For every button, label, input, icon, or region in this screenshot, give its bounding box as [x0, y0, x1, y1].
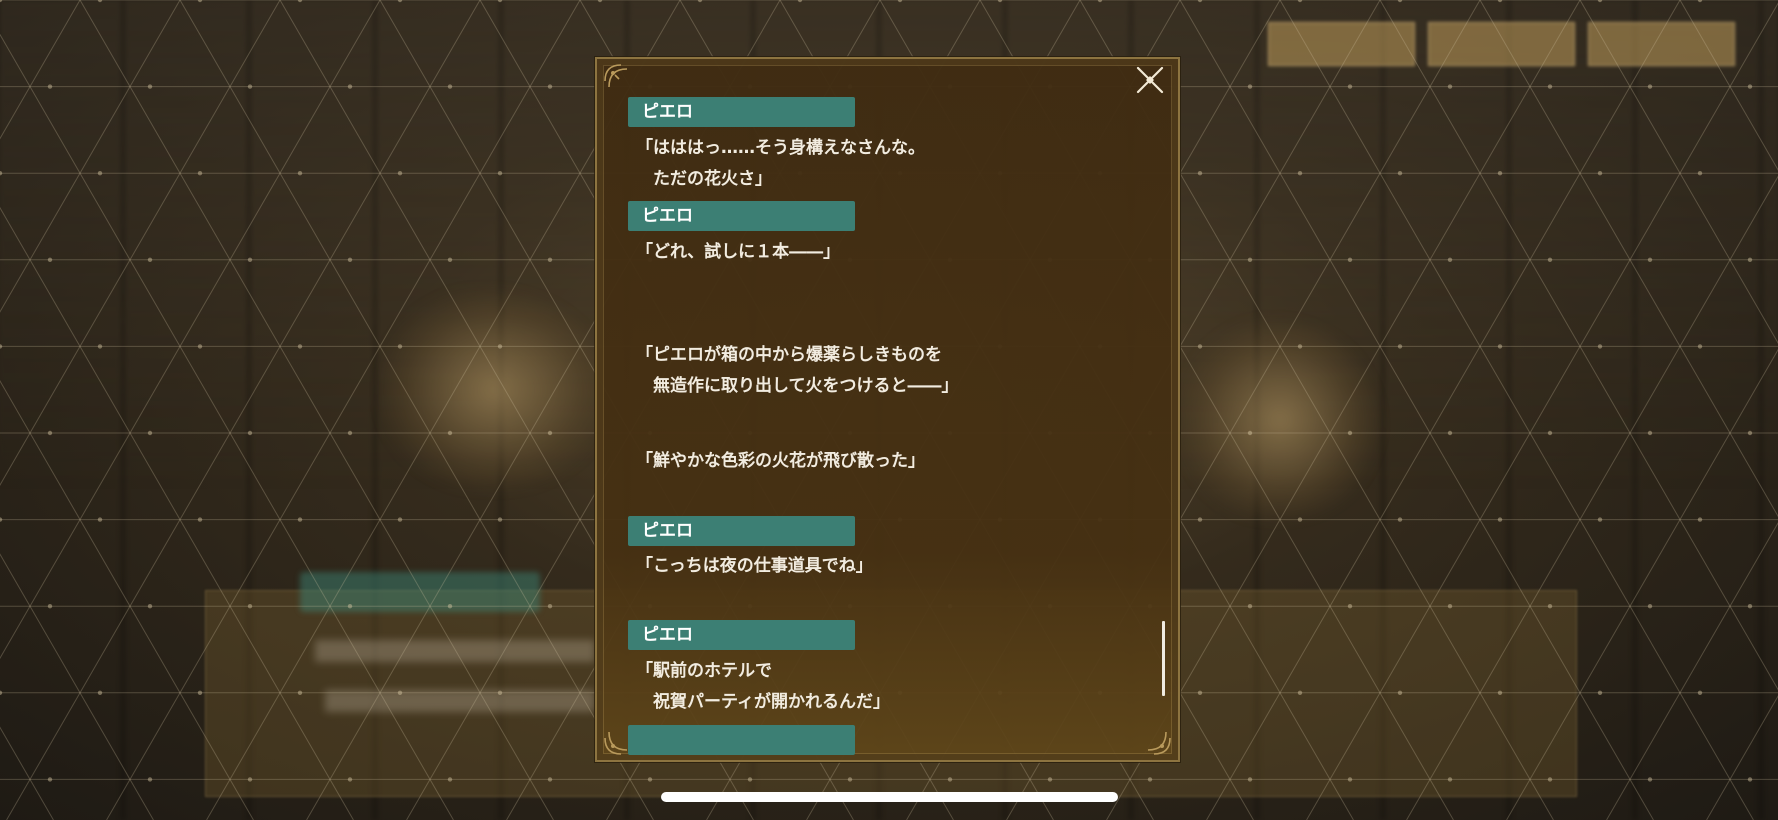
- speaker-tag: ピエロ: [628, 516, 855, 546]
- speaker-tag-partial: [628, 725, 855, 755]
- log-line: 「どれ、試しに１本――」: [636, 242, 841, 262]
- home-indicator[interactable]: [661, 792, 1118, 802]
- close-button[interactable]: [1132, 62, 1168, 98]
- background-text-line: [315, 640, 595, 662]
- top-menu-button-1[interactable]: [1268, 22, 1415, 66]
- ornament-corner-icon: [601, 61, 639, 99]
- top-menu-button-3[interactable]: [1588, 22, 1735, 66]
- background-speaker-tag: [300, 572, 540, 612]
- speaker-tag: ピエロ: [628, 201, 855, 231]
- game-screen: ピエロ 「はははっ……そう身構えなさんな。 ただの花火さ」 ピエロ 「どれ、試し…: [0, 0, 1778, 820]
- log-line: 「鮮やかな色彩の火花が飛び散った」: [636, 451, 925, 471]
- backlog-panel[interactable]: ピエロ 「はははっ……そう身構えなさんな。 ただの花火さ」 ピエロ 「どれ、試し…: [595, 57, 1180, 762]
- speaker-tag: ピエロ: [628, 620, 855, 650]
- log-line: 「ピエロが箱の中から爆薬らしきものを 無造作に取り出して火をつけると――」: [636, 345, 959, 396]
- background-text-line: [325, 690, 595, 712]
- speaker-tag: ピエロ: [628, 97, 855, 127]
- top-menu-button-2[interactable]: [1428, 22, 1575, 66]
- log-line: 「はははっ……そう身構えなさんな。 ただの花火さ」: [636, 138, 925, 189]
- ornament-corner-icon: [1136, 720, 1174, 758]
- log-line: 「駅前のホテルで 祝賀パーティが開かれるんだ」: [636, 661, 890, 712]
- close-x-icon: [1136, 66, 1164, 94]
- log-line: 「こっちは夜の仕事道具でね」: [636, 556, 873, 576]
- log-scrollbar[interactable]: [1162, 621, 1165, 696]
